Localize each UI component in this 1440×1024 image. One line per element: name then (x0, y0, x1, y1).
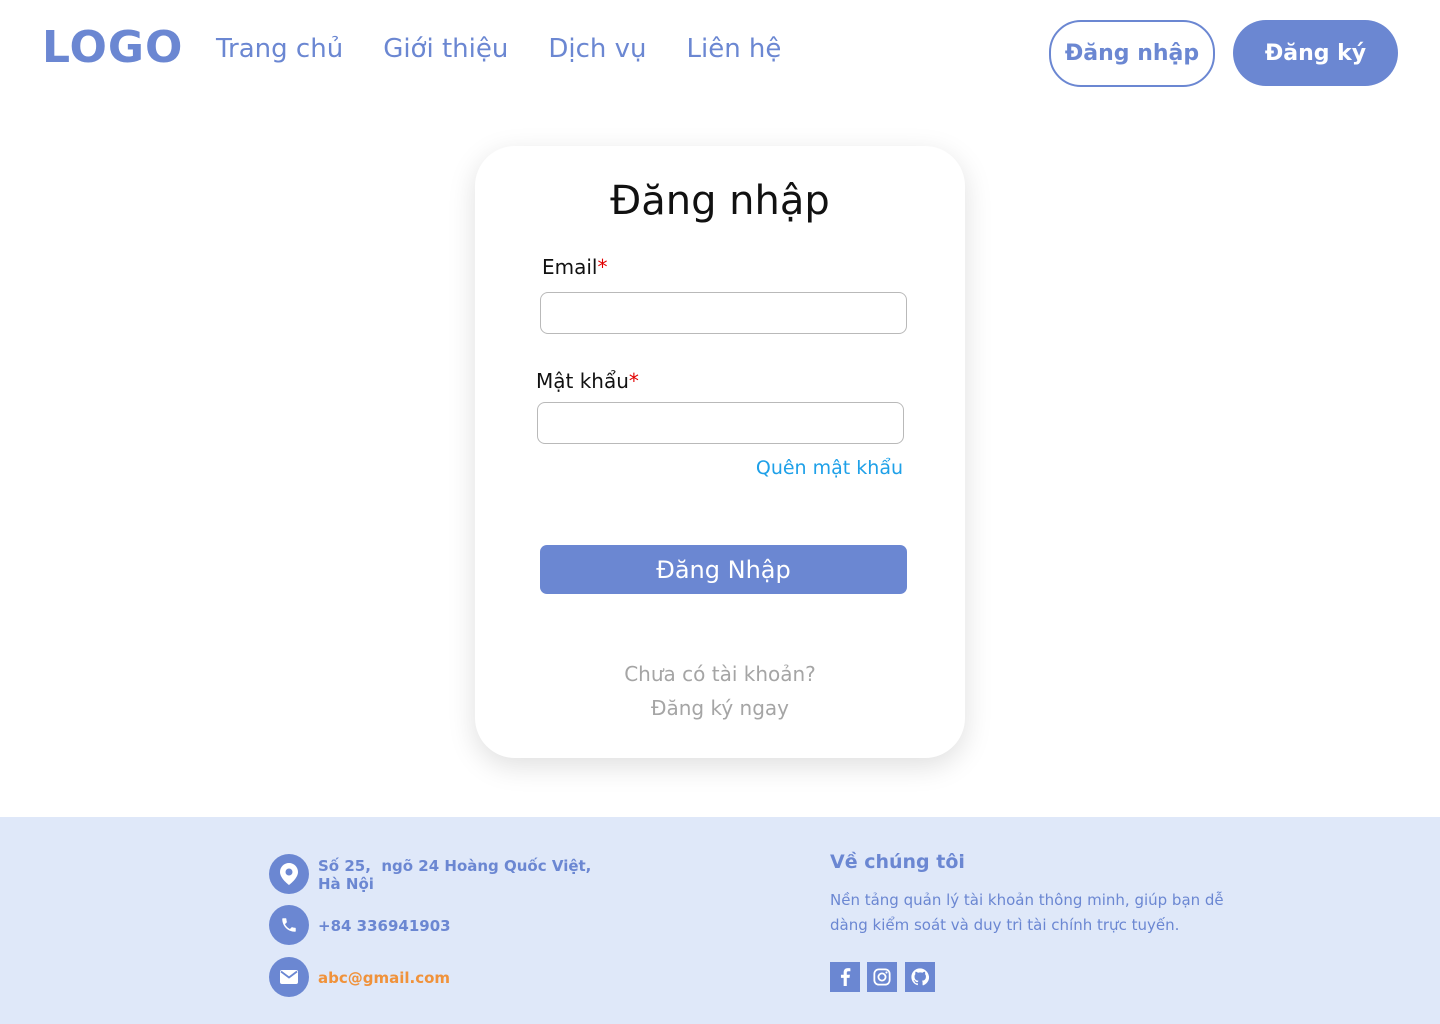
about-title: Về chúng tôi (830, 851, 965, 873)
instagram-icon[interactable] (867, 962, 897, 992)
address-line-1: Số 25, ngõ 24 Hoàng Quốc Việt, (318, 857, 592, 875)
location-icon (269, 854, 309, 894)
email-field[interactable] (540, 292, 907, 334)
mail-icon (269, 957, 309, 997)
about-description: Nền tảng quản lý tài khoản thông minh, g… (830, 891, 1224, 934)
forgot-password-link[interactable]: Quên mật khẩu (756, 457, 903, 479)
github-icon[interactable] (905, 962, 935, 992)
footer-address: Số 25, ngõ 24 Hoàng Quốc Việt, Hà Nội (318, 857, 591, 893)
header-login-button[interactable]: Đăng nhập (1049, 20, 1215, 87)
password-label-text: Mật khẩu (536, 369, 629, 393)
nav-item-contact[interactable]: Liên hệ (686, 34, 781, 64)
phone-icon (269, 905, 309, 945)
email-label-text: Email (542, 255, 598, 279)
footer-phone[interactable]: +84 336941903 (318, 917, 451, 935)
address-line-2: Hà Nội (318, 875, 374, 893)
footer-email[interactable]: abc@gmail.com (318, 969, 450, 987)
password-field[interactable] (537, 402, 904, 444)
password-label: Mật khẩu* (536, 369, 639, 393)
nav-item-about[interactable]: Giới thiệu (383, 34, 508, 64)
main-nav: Trang chủ Giới thiệu Dịch vụ Liên hệ (216, 34, 781, 64)
password-required-mark: * (628, 369, 639, 393)
email-required-mark: * (597, 255, 608, 279)
login-card: Đăng nhập Email* Mật khẩu* Quên mật khẩu… (475, 146, 965, 758)
facebook-icon[interactable] (830, 962, 860, 992)
logo[interactable]: LOGO (42, 22, 183, 73)
nav-item-services[interactable]: Dịch vụ (548, 34, 646, 64)
login-submit-button[interactable]: Đăng Nhập (540, 545, 907, 594)
no-account-text: Chưa có tài khoản? (624, 662, 816, 686)
email-label: Email* (542, 255, 608, 279)
register-now-link[interactable]: Đăng ký ngay (475, 696, 965, 720)
nav-item-home[interactable]: Trang chủ (216, 34, 343, 64)
login-title: Đăng nhập (610, 178, 830, 224)
header-register-button[interactable]: Đăng ký (1233, 20, 1398, 86)
footer: Số 25, ngõ 24 Hoàng Quốc Việt, Hà Nội +8… (0, 817, 1440, 1024)
